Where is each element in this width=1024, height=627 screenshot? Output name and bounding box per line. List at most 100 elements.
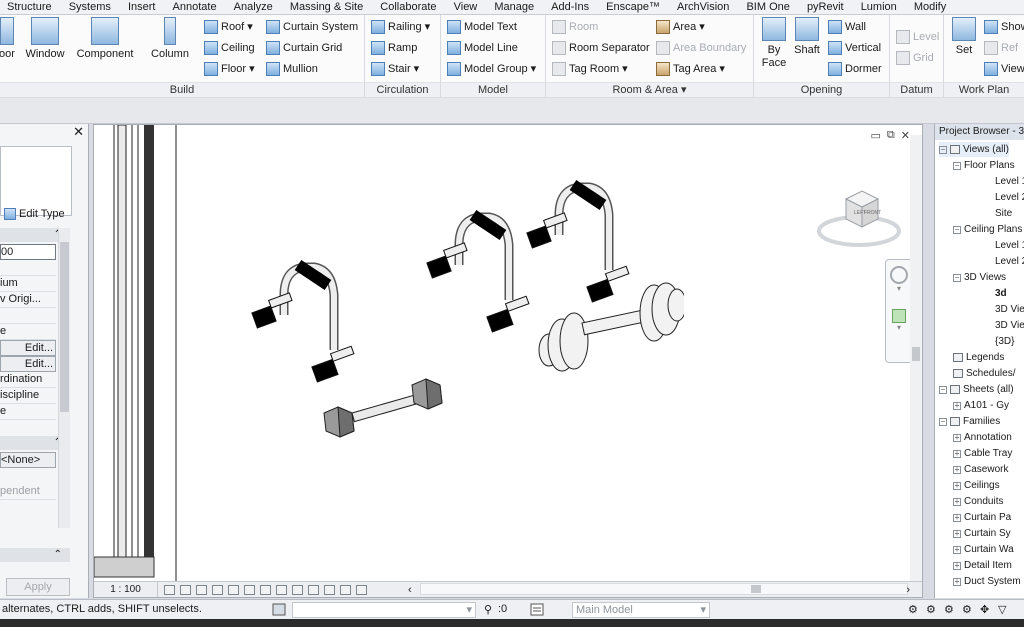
by-face-button[interactable]: By Face	[758, 17, 790, 70]
select-underlay-icon[interactable]: ⚙	[926, 603, 936, 616]
tree-family-conduits[interactable]: + Conduits	[953, 494, 1003, 509]
section-collapse[interactable]: ⌃	[0, 548, 70, 562]
grid-button[interactable]: Grid	[896, 50, 934, 66]
stair-button[interactable]: Stair ▾	[371, 61, 419, 77]
tree-ceiling-level-2[interactable]: Level 2	[995, 254, 1024, 269]
tree-3d-view-2[interactable]: 3D View	[995, 318, 1024, 333]
menu-modify[interactable]: Modify	[907, 0, 953, 14]
menu-bim-one[interactable]: BIM One	[739, 0, 796, 14]
worksets-icon[interactable]	[272, 603, 286, 619]
tree-level-1[interactable]: Level 1	[995, 174, 1024, 189]
scroll-right-icon[interactable]: ›	[906, 584, 910, 596]
tag-area-button[interactable]: Tag Area ▾	[656, 61, 725, 77]
show-crop-icon[interactable]	[260, 584, 271, 595]
design-option-dropdown[interactable]: Main Model ▾	[572, 602, 710, 618]
tree-schedules[interactable]: Schedules/	[953, 366, 1015, 381]
edit-button[interactable]: Edit...	[0, 356, 56, 372]
roof-button[interactable]: Roof ▾	[204, 19, 253, 35]
edit-type-button[interactable]: Edit Type	[4, 208, 65, 220]
edit-button[interactable]: Edit...	[0, 340, 56, 356]
tree-family-detail-items[interactable]: + Detail Item	[953, 558, 1012, 573]
floor-button[interactable]: Floor ▾	[204, 61, 255, 77]
menu-view[interactable]: View	[447, 0, 485, 14]
model-text-button[interactable]: Model Text	[447, 19, 517, 35]
window-button[interactable]: Window	[24, 17, 66, 61]
tree-legends[interactable]: Legends	[953, 350, 1004, 365]
view-scale[interactable]: 1 : 100	[94, 582, 158, 597]
scroll-left-icon[interactable]: ‹	[408, 584, 412, 596]
dormer-button[interactable]: Dormer	[828, 61, 882, 77]
menu-collaborate[interactable]: Collaborate	[373, 0, 443, 14]
menu-massing-site[interactable]: Massing & Site	[283, 0, 370, 14]
curtain-system-button[interactable]: Curtain System	[266, 19, 358, 35]
menu-systems[interactable]: Systems	[62, 0, 118, 14]
menu-archvision[interactable]: ArchVision	[670, 0, 736, 14]
select-by-face-icon[interactable]: ⚙	[962, 603, 972, 616]
sun-path-icon[interactable]	[196, 584, 207, 595]
model-geometry[interactable]	[244, 175, 684, 475]
zoom-region-icon[interactable]	[892, 309, 906, 323]
tree-site[interactable]: Site	[995, 206, 1012, 221]
chevron-down-icon[interactable]: ▾	[886, 323, 912, 332]
model-group-button[interactable]: Model Group ▾	[447, 61, 536, 77]
tree-families[interactable]: − Families	[939, 414, 1000, 429]
wall-opening-button[interactable]: Wall	[828, 19, 866, 35]
tree-family-cable-tray[interactable]: + Cable Tray	[953, 446, 1012, 461]
menu-lumion[interactable]: Lumion	[854, 0, 904, 14]
tree-family-duct-systems[interactable]: + Duct System	[953, 574, 1021, 589]
shaft-button[interactable]: Shaft	[790, 17, 824, 57]
menu-add-ins[interactable]: Add-Ins	[544, 0, 596, 14]
area-button[interactable]: Area ▾	[656, 19, 705, 35]
area-boundary-button[interactable]: Area Boundary	[656, 40, 746, 56]
select-links-icon[interactable]: ⚙	[908, 603, 918, 616]
property-value[interactable]: 00	[0, 244, 56, 260]
mullion-button[interactable]: Mullion	[266, 61, 318, 77]
level-button[interactable]: Level	[896, 29, 939, 45]
analytical-model-icon[interactable]	[340, 584, 351, 595]
tree-sheet-a101[interactable]: + A101 - Gy	[953, 398, 1009, 413]
highlight-displacement-icon[interactable]	[356, 584, 367, 595]
crop-view-icon[interactable]	[244, 584, 255, 595]
visual-style-icon[interactable]	[180, 584, 191, 595]
vertical-opening-button[interactable]: Vertical	[828, 40, 881, 56]
menu-enscape[interactable]: Enscape™	[599, 0, 667, 14]
room-separator-button[interactable]: Room Separator	[552, 40, 650, 56]
tag-room-button[interactable]: Tag Room ▾	[552, 61, 628, 77]
curtain-grid-button[interactable]: Curtain Grid	[266, 40, 342, 56]
column-button[interactable]: Column	[148, 17, 192, 61]
workset-dropdown[interactable]: ▾	[292, 602, 476, 618]
viewcube[interactable]: LEFT FRONT	[816, 181, 902, 251]
lock-view-icon[interactable]	[276, 584, 287, 595]
type-selector[interactable]	[0, 146, 72, 216]
steering-wheel-icon[interactable]	[890, 266, 908, 284]
drag-elements-icon[interactable]: ✥	[980, 603, 989, 616]
close-icon[interactable]: ✕	[73, 124, 84, 140]
menu-manage[interactable]: Manage	[487, 0, 541, 14]
temp-hide-icon[interactable]	[292, 584, 303, 595]
select-pinned-icon[interactable]: ⚙	[944, 603, 954, 616]
view-canvas[interactable]: ▭ ⧉ ✕ LEFT FRONT ▾ ▾ 1: 100 ‹ ›	[93, 124, 923, 598]
editable-only-icon[interactable]: ⚲	[484, 603, 492, 616]
ramp-button[interactable]: Ramp	[371, 40, 417, 56]
tree-ceiling-level-1[interactable]: Level 1	[995, 238, 1024, 253]
tree-3d-view-1[interactable]: 3D View	[995, 302, 1024, 317]
viewer-button[interactable]: View	[984, 61, 1024, 77]
tree-3d-views[interactable]: −3D Views	[953, 270, 1006, 285]
tree-family-casework[interactable]: + Casework	[953, 462, 1008, 477]
shadows-icon[interactable]	[212, 584, 223, 595]
menu-pyrevit[interactable]: pyRevit	[800, 0, 851, 14]
design-options-icon[interactable]	[530, 603, 544, 619]
tree-views-all[interactable]: − Views (all)	[939, 142, 1009, 157]
detail-level-icon[interactable]	[164, 584, 175, 595]
tree-family-curtain-walls[interactable]: + Curtain Wa	[953, 542, 1014, 557]
railing-button[interactable]: Railing ▾	[371, 19, 430, 35]
horizontal-scrollbar[interactable]	[420, 583, 908, 595]
room-button[interactable]: Room	[552, 19, 598, 35]
set-workplane-button[interactable]: Set	[948, 17, 980, 57]
tree-level-2[interactable]: Level 2	[995, 190, 1024, 205]
worksharing-icon[interactable]	[324, 584, 335, 595]
tree-floor-plans[interactable]: − Floor Plans	[953, 158, 1015, 173]
restore-view-icon[interactable]: ▭	[871, 129, 881, 142]
tree-family-annotation[interactable]: + Annotation	[953, 430, 1012, 445]
menu-insert[interactable]: Insert	[121, 0, 163, 14]
